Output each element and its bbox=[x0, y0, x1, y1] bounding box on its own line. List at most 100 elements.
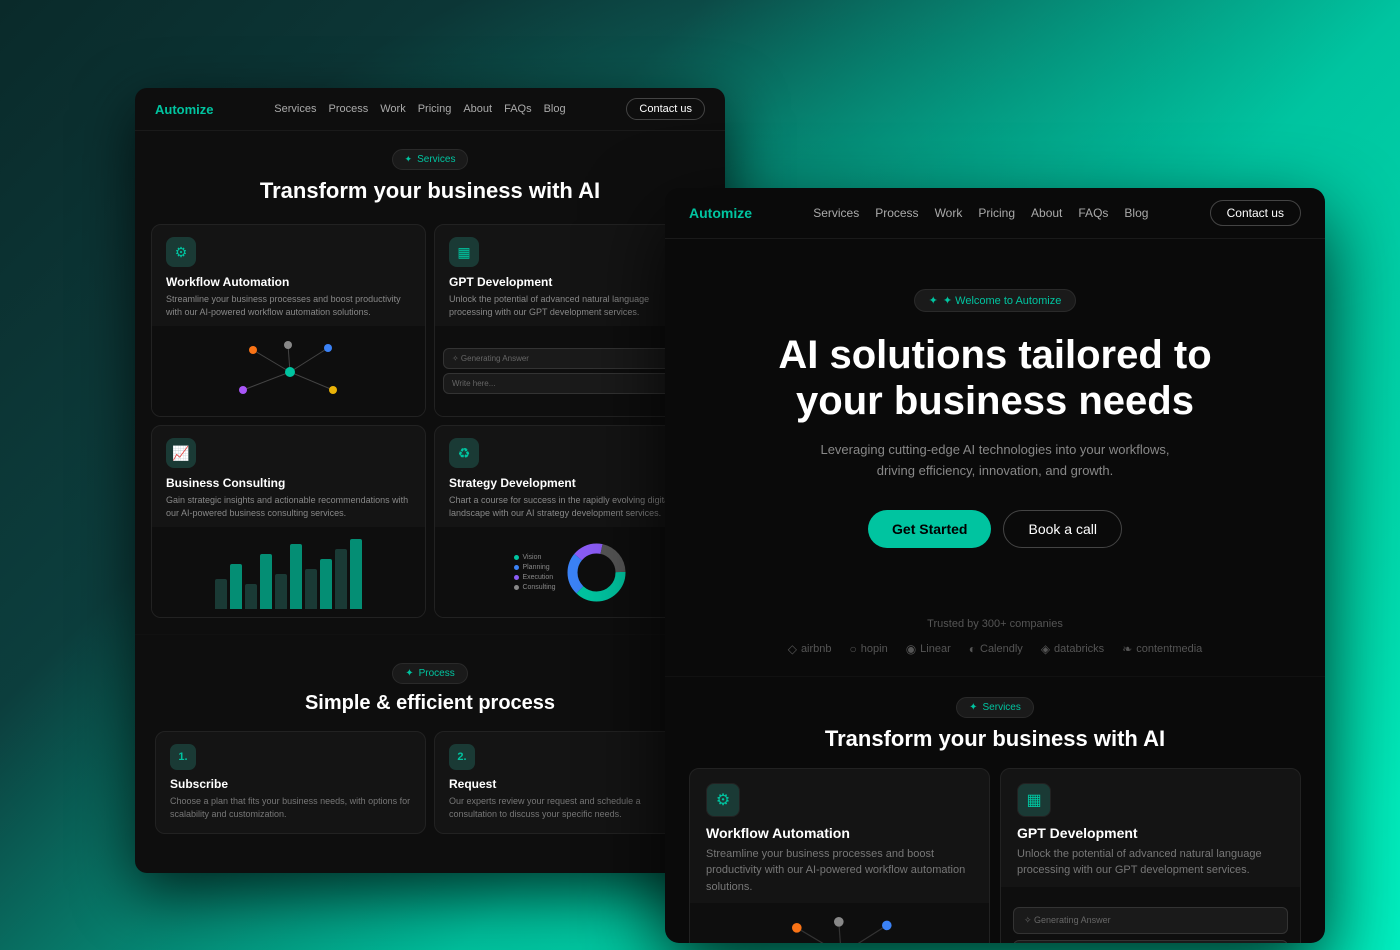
process-steps: 1. Subscribe Choose a plan that fits you… bbox=[155, 731, 705, 833]
front-nav-faqs[interactable]: FAQs bbox=[1078, 206, 1108, 220]
nav-link-faqs[interactable]: FAQs bbox=[504, 103, 532, 115]
legend-dot-consulting bbox=[514, 585, 519, 590]
linear-icon: ◉ bbox=[906, 642, 916, 656]
front-workflow-visual bbox=[690, 903, 989, 943]
bar-10 bbox=[350, 539, 362, 609]
card-consulting-top: 📈 Business Consulting Gain strategic ins… bbox=[152, 426, 425, 527]
bar-3 bbox=[245, 584, 257, 609]
legend-vision: Vision bbox=[514, 554, 555, 561]
card-workflow-desc: Streamline your business processes and b… bbox=[166, 293, 411, 318]
nav-link-about[interactable]: About bbox=[463, 103, 492, 115]
front-nav-process[interactable]: Process bbox=[875, 206, 918, 220]
card-workflow-title: Workflow Automation bbox=[166, 275, 411, 289]
front-window: Automize Services Process Work Pricing A… bbox=[665, 188, 1325, 943]
legend-label-consulting: Consulting bbox=[522, 584, 555, 591]
front-gpt-visual: ✧ Generating Answer Write here... ➤ bbox=[1001, 887, 1300, 943]
hero-title-line1: AI solutions tailored to bbox=[778, 333, 1211, 377]
front-workflow-icon-box: ⚙ bbox=[706, 783, 740, 817]
logo-accent: Auto bbox=[155, 102, 185, 117]
databricks-label: databricks bbox=[1054, 643, 1104, 655]
front-nav-pricing[interactable]: Pricing bbox=[978, 206, 1015, 220]
company-logos: ◇ airbnb ○ hopin ◉ Linear ◐ Calendly ◈ d… bbox=[695, 642, 1295, 656]
book-call-button[interactable]: Book a call bbox=[1003, 510, 1121, 548]
front-services-title: Transform your business with AI bbox=[689, 726, 1301, 752]
front-services-header: ✦ Services Transform your business with … bbox=[689, 697, 1301, 752]
front-nav: Automize Services Process Work Pricing A… bbox=[665, 188, 1325, 239]
front-node-5 bbox=[834, 917, 844, 927]
card-gpt-icon: ▦ bbox=[449, 237, 479, 267]
calendly-label: Calendly bbox=[980, 643, 1023, 655]
front-node-2 bbox=[882, 921, 892, 931]
legend-dot-planning bbox=[514, 565, 519, 570]
node-1 bbox=[249, 346, 257, 354]
logo-calendly: ◐ Calendly bbox=[969, 642, 1023, 656]
front-gpt-input: ✧ Generating Answer bbox=[1013, 907, 1288, 934]
process-spark-icon: ✦ bbox=[405, 668, 413, 679]
donut-legend: Vision Planning Execution Consultin bbox=[514, 554, 555, 591]
front-nav-services[interactable]: Services bbox=[813, 206, 859, 220]
front-logo-suffix: mize bbox=[721, 205, 752, 221]
get-started-button[interactable]: Get Started bbox=[868, 510, 991, 548]
contentmedia-icon: ❧ bbox=[1122, 642, 1132, 656]
logo-linear: ◉ Linear bbox=[906, 642, 951, 656]
step-subscribe: 1. Subscribe Choose a plan that fits you… bbox=[155, 731, 426, 833]
workflow-nodes-diagram bbox=[229, 336, 349, 406]
calendly-icon: ◐ bbox=[969, 642, 976, 656]
nav-link-pricing[interactable]: Pricing bbox=[418, 103, 452, 115]
bar-9 bbox=[335, 549, 347, 609]
front-card-workflow-top: ⚙ Workflow Automation Streamline your bu… bbox=[690, 769, 989, 904]
nav-link-work[interactable]: Work bbox=[380, 103, 405, 115]
welcome-badge: ✦ ✦ Welcome to Automize bbox=[914, 289, 1077, 312]
front-logo: Automize bbox=[689, 205, 752, 221]
databricks-icon: ◈ bbox=[1041, 642, 1050, 656]
front-nav-blog[interactable]: Blog bbox=[1124, 206, 1148, 220]
front-card-gpt: ▦ GPT Development Unlock the potential o… bbox=[1000, 768, 1301, 943]
gpt-input-mock: ✧ Generating Answer bbox=[443, 348, 700, 369]
node-5 bbox=[284, 341, 292, 349]
front-logo-accent: Auto bbox=[689, 205, 721, 221]
legend-dot-vision bbox=[514, 555, 519, 560]
node-2 bbox=[324, 344, 332, 352]
step-1-desc: Choose a plan that fits your business ne… bbox=[170, 795, 411, 820]
front-nav-work[interactable]: Work bbox=[935, 206, 963, 220]
trusted-label: Trusted by 300+ companies bbox=[695, 618, 1295, 630]
card-gpt-desc: Unlock the potential of advanced natural… bbox=[449, 293, 694, 318]
front-card-workflow: ⚙ Workflow Automation Streamline your bu… bbox=[689, 768, 990, 943]
nav-link-blog[interactable]: Blog bbox=[544, 103, 566, 115]
hero-subtitle: Leveraging cutting-edge AI technologies … bbox=[705, 440, 1285, 482]
card-consulting-icon: 📈 bbox=[166, 438, 196, 468]
logo-hopin: ○ hopin bbox=[850, 642, 888, 656]
front-contact-button[interactable]: Contact us bbox=[1210, 200, 1301, 226]
welcome-spark-icon: ✦ bbox=[929, 294, 938, 307]
hero-buttons: Get Started Book a call bbox=[705, 510, 1285, 548]
back-contact-button[interactable]: Contact us bbox=[626, 98, 705, 120]
hero-section: ✦ ✦ Welcome to Automize AI solutions tai… bbox=[665, 239, 1325, 618]
step-2-title: Request bbox=[449, 777, 690, 791]
gpt-text-mock: Write here... ➤ bbox=[443, 373, 700, 394]
node-3 bbox=[239, 386, 247, 394]
bar-4 bbox=[260, 554, 272, 609]
logo-contentmedia: ❧ contentmedia bbox=[1122, 642, 1202, 656]
bar-2 bbox=[230, 564, 242, 609]
step-1-num: 1. bbox=[170, 744, 196, 770]
process-badge: ✦ Process bbox=[155, 663, 705, 684]
card-workflow-top: ⚙ Workflow Automation Streamline your bu… bbox=[152, 225, 425, 326]
card-strategy-icon: ♻ bbox=[449, 438, 479, 468]
back-nav-links: Services Process Work Pricing About FAQs… bbox=[274, 103, 565, 115]
bar-chart bbox=[205, 527, 372, 617]
front-nav-about[interactable]: About bbox=[1031, 206, 1062, 220]
donut-container: Vision Planning Execution Consultin bbox=[506, 532, 636, 613]
logo-airbnb: ◇ airbnb bbox=[788, 642, 832, 656]
card-consulting-title: Business Consulting bbox=[166, 476, 411, 490]
nav-link-services[interactable]: Services bbox=[274, 103, 316, 115]
front-nav-links: Services Process Work Pricing About FAQs… bbox=[813, 206, 1148, 220]
logo-databricks: ◈ databricks bbox=[1041, 642, 1104, 656]
airbnb-icon: ◇ bbox=[788, 642, 797, 656]
trusted-section: Trusted by 300+ companies ◇ airbnb ○ hop… bbox=[665, 618, 1325, 676]
hero-title-line2: your business needs bbox=[796, 379, 1194, 423]
legend-consulting: Consulting bbox=[514, 584, 555, 591]
card-strategy-title: Strategy Development bbox=[449, 476, 694, 490]
node-4 bbox=[329, 386, 337, 394]
nav-link-process[interactable]: Process bbox=[328, 103, 368, 115]
front-workflow-title: Workflow Automation bbox=[706, 825, 973, 841]
